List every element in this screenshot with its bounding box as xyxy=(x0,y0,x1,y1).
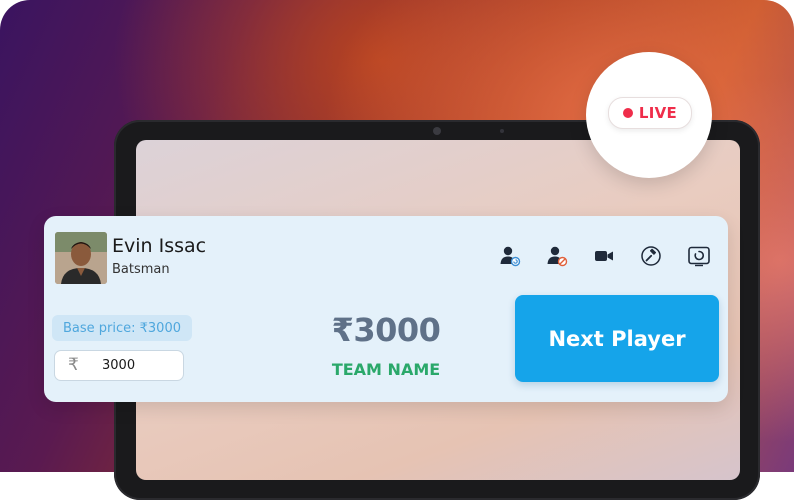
live-label: LIVE xyxy=(638,104,678,122)
avatar xyxy=(55,232,107,284)
current-bid-price: ₹3000 xyxy=(331,311,441,349)
player-role: Batsman xyxy=(112,262,170,277)
player-name: Evin Issac xyxy=(112,235,207,257)
live-badge: LIVE xyxy=(608,97,692,129)
user-refresh-icon[interactable] xyxy=(496,242,524,270)
team-name: TEAM NAME xyxy=(331,360,441,379)
user-block-icon[interactable] xyxy=(543,242,571,270)
video-camera-icon[interactable] xyxy=(590,242,618,270)
tablet-sensor xyxy=(500,129,504,133)
next-player-button[interactable]: Next Player xyxy=(515,295,719,382)
live-dot-icon xyxy=(622,108,633,118)
tablet-camera-icon xyxy=(433,127,441,135)
player-photo xyxy=(55,232,107,284)
base-price-badge: Base price: ₹3000 xyxy=(52,315,192,341)
screen-timer-icon[interactable] xyxy=(685,242,713,270)
rupee-icon: ₹ xyxy=(68,355,79,375)
auction-hammer-icon[interactable] xyxy=(637,242,665,270)
bid-amount-value[interactable]: 3000 xyxy=(102,358,135,373)
